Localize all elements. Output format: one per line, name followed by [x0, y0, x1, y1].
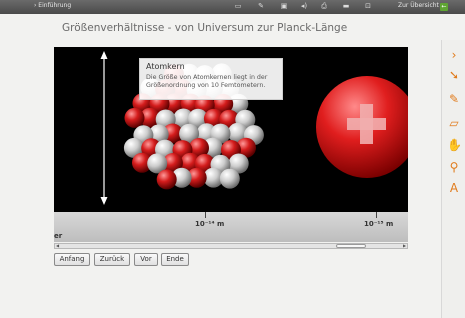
scale-tick-label: 10⁻¹⁴ m [195, 220, 225, 228]
pencil-icon[interactable]: ✎ [447, 92, 461, 106]
scale-tick [205, 212, 206, 218]
overview-link[interactable]: Zur Übersicht [398, 2, 439, 9]
back-button[interactable]: Zurück [94, 253, 130, 266]
proton-ball [156, 169, 177, 190]
top-bar: › Einführung ▭ ✎ ▣ ◂) ⎙ ▬ ⊡ Zur Übersich… [0, 0, 465, 14]
eraser-icon[interactable]: ▱ [447, 116, 461, 130]
fullscreen-icon[interactable]: ⊡ [362, 2, 374, 11]
neutron-ball [219, 168, 240, 189]
overview-arrow-icon[interactable]: ← [440, 3, 448, 11]
text-icon[interactable]: A [447, 181, 461, 195]
print-icon[interactable]: ⎙ [318, 2, 330, 11]
scale-partial-label: er [54, 232, 63, 240]
card-icon[interactable]: ▭ [232, 2, 244, 11]
edit-icon[interactable]: ✎ [255, 2, 267, 11]
height-arrow [100, 51, 108, 205]
info-callout: Atomkern Die Größe von Atomkernen liegt … [139, 58, 283, 100]
hand-icon[interactable]: ✋ [447, 138, 462, 152]
animation-stage[interactable]: Atomkern Die Größe von Atomkernen liegt … [54, 47, 408, 212]
app-window: › Einführung ▭ ✎ ▣ ◂) ⎙ ▬ ⊡ Zur Übersich… [0, 0, 465, 318]
page-title: Größenverhältnisse - von Universum zur P… [62, 22, 348, 34]
horizontal-scrollbar[interactable]: ◀ ▶ [54, 243, 408, 249]
scroll-right-arrow-icon[interactable]: ▶ [402, 244, 407, 248]
proton-ball [124, 107, 145, 128]
end-button[interactable]: Ende [161, 253, 189, 266]
scrollbar-thumb[interactable] [336, 244, 366, 248]
pointer-icon[interactable]: ➘ [447, 68, 461, 82]
breadcrumb[interactable]: › Einführung [34, 2, 71, 9]
speaker-icon[interactable]: ◂) [298, 2, 310, 11]
proton-sphere [316, 76, 408, 178]
media-icon[interactable]: ▬ [340, 2, 352, 11]
forward-button[interactable]: Vor [134, 253, 158, 266]
scale-bar: 10⁻¹⁴ m 10⁻¹⁵ m er [54, 212, 408, 242]
scale-tick [376, 212, 377, 218]
start-button[interactable]: Anfang [54, 253, 90, 266]
scroll-left-arrow-icon[interactable]: ◀ [55, 244, 60, 248]
magnifier-icon[interactable]: ⚲ [447, 160, 461, 174]
callout-text: Die Größe von Atomkernen liegt in der Gr… [146, 74, 268, 89]
tool-sidebar: › ➘ ✎ ▱ ✋ ⚲ A [441, 40, 465, 318]
screen-icon[interactable]: ▣ [278, 2, 290, 11]
chevron-right-icon[interactable]: › [447, 48, 461, 62]
scale-tick-label: 10⁻¹⁵ m [364, 220, 394, 228]
callout-title: Atomkern [146, 62, 185, 71]
